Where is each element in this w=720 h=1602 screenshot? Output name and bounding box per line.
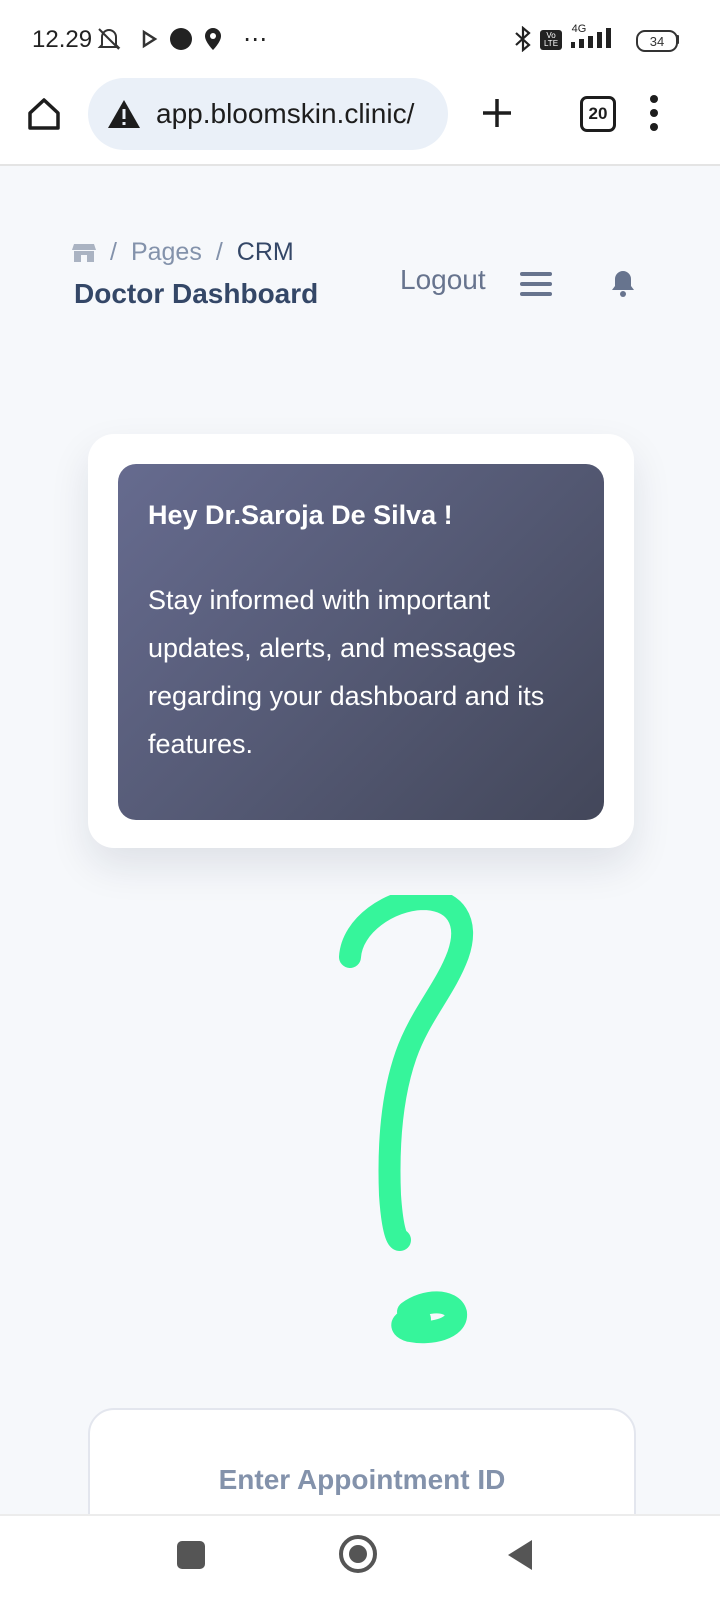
more-vert-icon[interactable] bbox=[644, 94, 664, 132]
bluetooth-icon bbox=[510, 26, 536, 52]
breadcrumb-pages[interactable]: Pages bbox=[131, 238, 202, 267]
status-time: 12.29 bbox=[32, 26, 93, 53]
bell-icon[interactable] bbox=[610, 268, 636, 298]
welcome-card: Hey Dr.Saroja De Silva ! Stay informed w… bbox=[88, 434, 634, 848]
signal-icon bbox=[568, 26, 614, 52]
greeting-text: Hey Dr.Saroja De Silva ! bbox=[148, 500, 453, 530]
battery-tip bbox=[676, 35, 679, 44]
question-mark-doodle bbox=[339, 895, 474, 1344]
tab-count-button[interactable]: 20 bbox=[580, 96, 616, 132]
status-bar: 12.29 ⋯ Vo LTE 4G 34 bbox=[0, 0, 720, 78]
logout-link[interactable]: Logout bbox=[400, 264, 486, 296]
system-navigation-bar bbox=[0, 1514, 720, 1602]
home-icon[interactable] bbox=[24, 94, 64, 134]
notice-message: Stay informed with important updates, al… bbox=[148, 585, 545, 759]
breadcrumb: / Pages / CRM bbox=[72, 238, 294, 267]
back-icon[interactable] bbox=[506, 1538, 534, 1572]
battery-indicator: 34 bbox=[636, 30, 678, 52]
url-text[interactable]: app.bloomskin.clinic/ bbox=[156, 98, 446, 130]
appointment-id-input[interactable]: Enter Appointment ID bbox=[90, 1464, 634, 1496]
more-notifications-icon: ⋯ bbox=[243, 25, 267, 53]
hamburger-icon[interactable] bbox=[520, 272, 552, 296]
record-icon bbox=[168, 26, 194, 52]
warning-icon[interactable] bbox=[106, 98, 142, 130]
store-icon[interactable] bbox=[72, 242, 96, 264]
play-icon bbox=[136, 26, 162, 52]
recents-icon[interactable] bbox=[176, 1540, 206, 1570]
browser-toolbar: app.bloomskin.clinic/ 20 bbox=[0, 78, 720, 166]
notice-panel: Hey Dr.Saroja De Silva ! Stay informed w… bbox=[118, 464, 604, 820]
plus-icon[interactable] bbox=[480, 96, 514, 130]
vibrate-off-icon bbox=[96, 26, 122, 52]
volte-icon: Vo LTE bbox=[540, 30, 562, 50]
page-title: Doctor Dashboard bbox=[74, 278, 319, 309]
address-bar[interactable]: app.bloomskin.clinic/ bbox=[88, 78, 448, 150]
breadcrumb-crm: CRM bbox=[236, 238, 294, 266]
breadcrumb-separator: / bbox=[110, 238, 117, 266]
breadcrumb-separator: / bbox=[215, 238, 223, 266]
home-nav-icon[interactable] bbox=[338, 1534, 378, 1574]
location-icon bbox=[200, 26, 226, 52]
